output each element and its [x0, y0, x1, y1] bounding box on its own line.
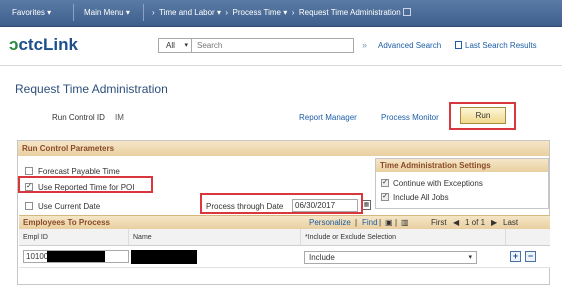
redacted-block	[47, 251, 105, 262]
chevron-down-icon: ▾	[283, 8, 288, 17]
nav-divider	[73, 4, 74, 21]
first-label[interactable]: First	[431, 218, 447, 227]
favorites-menu[interactable]: Favorites ▾	[12, 5, 51, 20]
delete-row-button[interactable]: −	[525, 251, 536, 262]
column-name-label: Name	[133, 234, 152, 241]
column-actions	[506, 229, 550, 246]
breadcrumb-separator-icon: ›	[225, 8, 229, 17]
chevron-down-icon: ▾	[47, 8, 52, 17]
logo-text: ctcLink	[18, 35, 78, 54]
breadcrumb-time-and-labor[interactable]: Time and Labor	[159, 8, 215, 17]
grid-tools-divider: |	[355, 218, 358, 227]
download-icon[interactable]: ▥	[401, 218, 409, 227]
last-search-results-label: Last Search Results	[465, 41, 537, 50]
page-icon	[402, 8, 411, 16]
employees-grid-header: Employees To Process Personalize | Find …	[19, 215, 550, 229]
ctclink-logo: ↄctcLink	[9, 35, 78, 55]
column-include-exclude-label: *Include or Exclude Selection	[305, 234, 397, 241]
breadcrumb-process-time[interactable]: Process Time	[233, 8, 281, 17]
run-control-parameters-header: Run Control Parameters	[18, 141, 549, 156]
breadcrumb-request-time-administration: Request Time Administration	[298, 8, 401, 17]
time-administration-settings-panel: Time Administration Settings ✓ Continue …	[375, 158, 549, 209]
emplid-value: 10100	[26, 252, 49, 261]
prev-arrow-icon[interactable]: ◀	[453, 218, 459, 227]
run-highlight-box	[449, 102, 516, 130]
continue-exceptions-checkbox: ✓	[381, 179, 389, 187]
search-category-value: All	[166, 41, 175, 50]
view-all-icon[interactable]: ▣	[385, 218, 393, 227]
top-nav-bar: Favorites ▾ Main Menu ▾ › Time and Labor…	[0, 0, 562, 27]
use-current-date-checkbox[interactable]	[25, 202, 33, 210]
branding-header: ↄctcLink All ▾ » Advanced Search Last Se…	[0, 28, 562, 66]
last-label[interactable]: Last	[503, 218, 518, 227]
use-reported-highlight-box	[18, 176, 153, 193]
grid-tools-divider: |	[379, 218, 382, 227]
pagination-text: 1 of 1	[465, 218, 486, 227]
page-title: Request Time Administration	[15, 82, 168, 96]
include-exclude-select[interactable]: Include ▾	[304, 251, 477, 264]
nav-divider	[143, 4, 144, 21]
search-go-icon[interactable]: »	[357, 38, 372, 53]
breadcrumb-separator-icon: ›	[291, 8, 295, 17]
process-date-highlight-box	[200, 193, 363, 214]
use-current-date-label: Use Current Date	[38, 202, 101, 211]
document-icon	[455, 41, 462, 49]
include-all-jobs-checkbox: ✓	[381, 193, 389, 201]
table-row: 10100 ⚲ Include ▾ + −	[19, 246, 550, 268]
report-manager-link[interactable]: Report Manager	[299, 113, 357, 122]
personalize-link[interactable]: Personalize	[309, 218, 351, 227]
employees-grid-title: Employees To Process	[23, 218, 110, 227]
redacted-name	[131, 250, 197, 264]
column-name: Name	[129, 229, 301, 246]
forecast-payable-label: Forecast Payable Time	[38, 167, 120, 176]
grid-tools-divider: |	[395, 218, 398, 227]
continue-exceptions-label: Continue with Exceptions	[393, 179, 483, 188]
process-monitor-link[interactable]: Process Monitor	[381, 113, 439, 122]
chevron-down-icon: ▾	[184, 42, 188, 49]
run-control-value: IM	[115, 113, 124, 122]
main-menu[interactable]: Main Menu ▾	[84, 5, 130, 20]
search-category-select[interactable]: All ▾	[159, 39, 192, 52]
chevron-down-icon: ▾	[216, 8, 221, 17]
search-input[interactable]	[194, 39, 352, 52]
include-exclude-value: Include	[309, 253, 335, 262]
calendar-icon[interactable]: ▦	[362, 200, 371, 210]
main-menu-label: Main Menu	[84, 8, 124, 17]
chevron-down-icon: ▾	[468, 254, 472, 261]
include-all-jobs-label: Include All Jobs	[393, 193, 449, 202]
breadcrumb: › Time and Labor ▾ › Process Time ▾ › Re…	[152, 5, 411, 20]
search-box: All ▾	[158, 38, 354, 53]
find-link[interactable]: Find	[362, 218, 378, 227]
forecast-payable-checkbox[interactable]	[25, 167, 33, 175]
next-arrow-icon[interactable]: ▶	[491, 218, 497, 227]
advanced-search-link[interactable]: Advanced Search	[378, 41, 441, 50]
column-include-exclude: *Include or Exclude Selection	[301, 229, 506, 246]
column-empl-id-label: Empl ID	[23, 234, 48, 241]
last-search-results-link[interactable]: Last Search Results	[455, 41, 537, 50]
emplid-field[interactable]: 10100	[23, 250, 129, 263]
column-empl-id: Empl ID	[19, 229, 129, 246]
time-administration-settings-header: Time Administration Settings	[376, 159, 548, 172]
employees-to-process-grid: Employees To Process Personalize | Find …	[19, 215, 550, 285]
favorites-label: Favorites	[12, 8, 45, 17]
add-row-button[interactable]: +	[510, 251, 521, 262]
breadcrumb-separator-icon: ›	[152, 8, 155, 17]
run-control-label: Run Control ID	[52, 113, 105, 122]
chevron-down-icon: ▾	[125, 8, 130, 17]
